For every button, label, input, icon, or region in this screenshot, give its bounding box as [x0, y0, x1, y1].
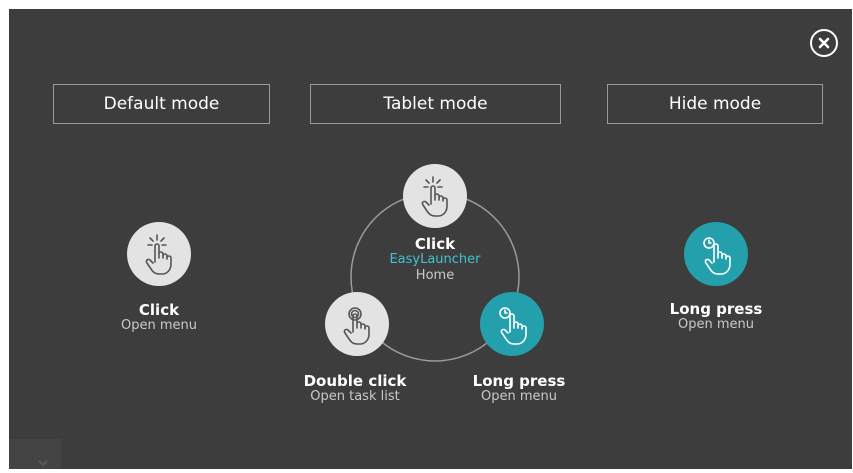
double-tap-icon: [343, 307, 370, 345]
gesture-action: Home: [415, 268, 455, 283]
tablet-click-gesture[interactable]: [403, 164, 467, 228]
gesture-title: Long press: [669, 300, 763, 318]
gesture-title: Click: [414, 235, 456, 253]
gesture-action: Open menu: [121, 318, 197, 333]
tablet-long-press-label: Long press Open menu: [419, 373, 619, 405]
hide-long-press-gesture[interactable]: [684, 222, 748, 286]
gesture-title: Long press: [472, 372, 566, 390]
gesture-title: Click: [138, 301, 180, 319]
tablet-mode-button[interactable]: Tablet mode: [310, 84, 561, 124]
tablet-click-label: Click EasyLauncher Home: [335, 236, 535, 284]
corner-handle: [9, 439, 61, 469]
default-click-gesture[interactable]: [127, 222, 191, 286]
default-click-label: Click Open menu: [59, 302, 259, 334]
long-press-icon: [703, 237, 731, 275]
default-mode-button[interactable]: Default mode: [53, 84, 270, 124]
gesture-action: Open menu: [481, 389, 557, 404]
gesture-action: Open menu: [678, 317, 754, 332]
hide-mode-button[interactable]: Hide mode: [607, 84, 823, 124]
chevron-down-icon: [38, 460, 48, 467]
long-press-icon: [499, 307, 527, 345]
tablet-double-click-gesture[interactable]: [325, 292, 389, 356]
gesture-target: EasyLauncher: [389, 252, 481, 267]
close-icon: [818, 37, 830, 49]
hide-long-press-label: Long press Open menu: [616, 301, 816, 333]
tap-icon: [145, 234, 172, 275]
tablet-long-press-gesture[interactable]: [480, 292, 544, 356]
tap-icon: [421, 176, 448, 217]
close-button[interactable]: [810, 29, 838, 57]
